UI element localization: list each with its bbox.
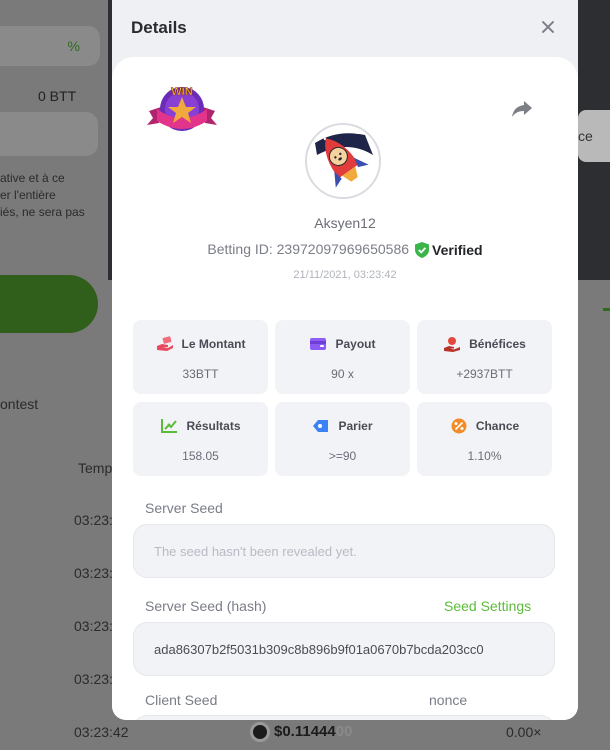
background-temp-header: Temp	[78, 460, 113, 476]
stat-card-parier: Parier >=90	[275, 402, 410, 476]
stat-label: Résultats	[186, 419, 241, 433]
stat-value: +2937BTT	[456, 367, 513, 381]
stat-header: Payout	[275, 336, 410, 352]
background-row-time: 03:23:42	[74, 724, 129, 740]
stat-card-chance: Chance 1.10%	[417, 402, 552, 476]
background-bet-row: 03:23:42 $0.1144400 0.00×	[0, 718, 610, 750]
bet-details-card: WIN Aksyen12 Betting ID: 239720979696505…	[112, 57, 578, 720]
win-badge-icon: WIN	[147, 86, 217, 131]
amount-main: $0.11444	[274, 723, 336, 740]
background-paragraph-line: iés, ne sera pas	[0, 205, 85, 219]
details-modal: Details WIN Aksyen12 Betting ID: 2397209…	[112, 0, 578, 720]
nonce-label: nonce	[429, 692, 468, 708]
betting-id-line: Betting ID: 23972097969650586 Verified	[112, 241, 578, 259]
server-seed-hash-field[interactable]	[133, 622, 555, 676]
server-seed-field[interactable]	[133, 524, 555, 578]
share-icon[interactable]	[510, 97, 534, 121]
server-seed-label: Server Seed	[145, 500, 223, 516]
background-row-amount: $0.1144400	[274, 723, 352, 740]
background-percent-field: %	[0, 26, 100, 66]
background-green-dash	[603, 308, 610, 311]
stat-header: Le Montant	[133, 336, 268, 352]
betting-id: Betting ID: 23972097969650586	[207, 241, 410, 257]
modal-title: Details	[131, 18, 187, 37]
username: Aksyen12	[314, 215, 376, 231]
background-time: 03:23:	[74, 565, 113, 581]
wallet-icon	[310, 338, 327, 350]
verified-shield-icon	[415, 242, 430, 259]
background-btt-balance: 0 BTT	[38, 88, 77, 104]
stat-header: Chance	[417, 418, 552, 434]
chance-percent-icon	[451, 418, 467, 434]
rocket-doge-avatar-icon	[307, 125, 379, 197]
background-time: 03:23:	[74, 671, 113, 687]
background-paragraph-line: ative et à ce	[0, 171, 65, 185]
stat-header: Parier	[275, 418, 410, 434]
stat-value: 158.05	[182, 449, 219, 463]
stat-label: Chance	[475, 419, 520, 433]
amount-fade: 00	[335, 723, 353, 740]
win-badge-text: WIN	[171, 86, 192, 98]
background-right-fragment: ce	[578, 128, 593, 144]
stat-value: 1.10%	[467, 449, 502, 463]
seed-settings-link[interactable]: Seed Settings	[444, 598, 531, 614]
background-paragraph-line: er l'entière	[0, 188, 56, 202]
percent-symbol: %	[67, 38, 80, 54]
background-input-field	[0, 112, 98, 156]
stat-card-montant: Le Montant 33BTT	[133, 320, 268, 394]
money-hand-icon	[156, 336, 173, 351]
stat-header: Résultats	[133, 418, 268, 434]
bet-timestamp: 21/11/2021, 03:23:42	[293, 269, 397, 281]
background-time: 03:23:	[74, 618, 113, 634]
verified-label: Verified	[432, 242, 483, 259]
modal-header: Details	[112, 0, 578, 56]
background-row-multiplier: 0.00×	[506, 724, 542, 740]
stat-card-payout: Payout 90 x	[275, 320, 410, 394]
client-seed-label: Client Seed	[145, 692, 218, 708]
stat-value: 90 x	[331, 367, 354, 381]
close-icon[interactable]	[536, 15, 560, 39]
results-chart-icon	[161, 419, 178, 433]
coin-icon	[250, 722, 270, 742]
verified-badge: Verified	[409, 242, 483, 259]
stats-grid: Le Montant 33BTT Payout 90 x Bénéfices +…	[133, 320, 555, 476]
stat-label: Bénéfices	[469, 337, 526, 351]
stat-label: Parier	[338, 419, 373, 433]
server-seed-hash-label: Server Seed (hash)	[145, 598, 267, 614]
stat-label: Le Montant	[181, 337, 246, 351]
background-bet-button	[0, 275, 98, 333]
stat-value: >=90	[328, 449, 357, 463]
stat-card-benefices: Bénéfices +2937BTT	[417, 320, 552, 394]
background-right-field: ce	[578, 110, 610, 162]
profit-coins-icon	[444, 337, 461, 352]
avatar	[305, 123, 381, 199]
stat-card-resultats: Résultats 158.05	[133, 402, 268, 476]
background-time: 03:23:	[74, 512, 113, 528]
client-seed-field[interactable]	[133, 715, 555, 720]
bet-tag-icon	[313, 420, 329, 432]
stat-label: Payout	[335, 337, 376, 351]
stat-value: 33BTT	[182, 367, 219, 381]
stat-header: Bénéfices	[417, 336, 552, 352]
background-paragraph: ative et à ce er l'entière iés, ne sera …	[0, 170, 100, 221]
background-contest-tab: ontest	[0, 396, 39, 412]
